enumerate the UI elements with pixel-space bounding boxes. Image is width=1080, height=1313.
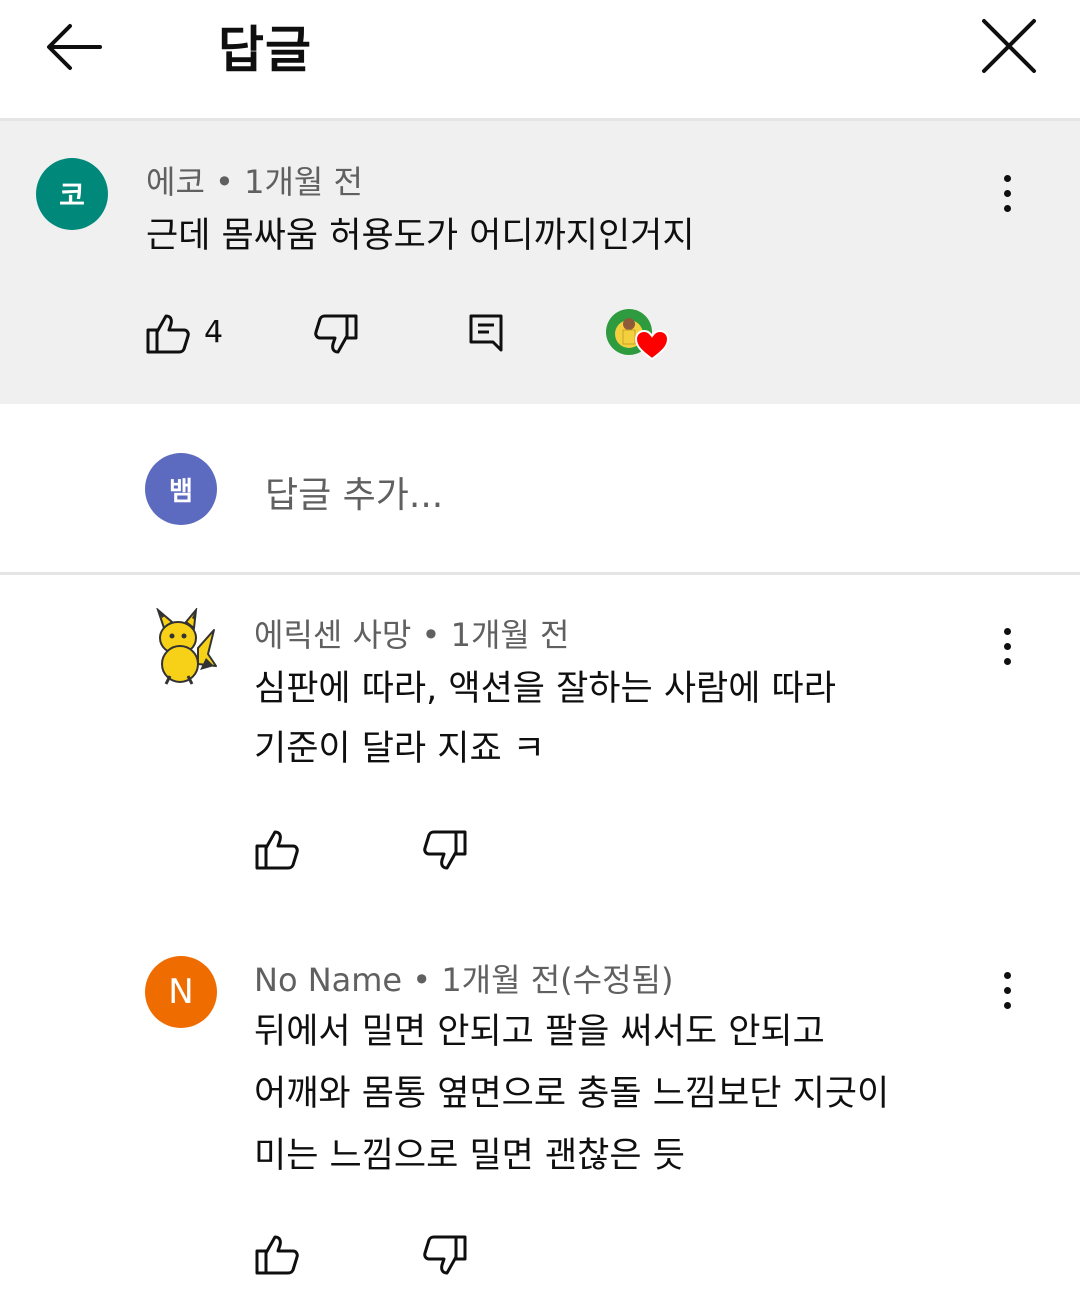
creator-heart-badge (605, 308, 669, 364)
more-menu-button[interactable] (992, 622, 1022, 672)
like-button[interactable] (253, 826, 301, 874)
top-bar: 답글 (0, 0, 1080, 118)
comment-text: 근데 몸싸움 허용도가 어디까지인거지 (146, 216, 695, 256)
close-icon (982, 19, 1036, 73)
comment-text-line: 뒤에서 밀면 안되고 팔을 써서도 안되고 (254, 1012, 825, 1052)
dislike-button[interactable] (421, 1231, 469, 1279)
page-title: 답글 (218, 21, 312, 79)
thumb-up-icon (255, 1235, 299, 1275)
more-menu-button[interactable] (992, 966, 1022, 1016)
back-button[interactable] (40, 14, 106, 80)
avatar-letter: 뱀 (169, 476, 193, 507)
arrow-left-icon (47, 24, 102, 70)
reply-input-divider (0, 572, 1080, 575)
avatar[interactable]: 뱀 (145, 453, 217, 525)
like-button[interactable] (253, 1231, 301, 1279)
comment-meta: No Name • 1개월 전(수정됨) (254, 961, 674, 999)
comment-text-line: 기준이 달라 지죠 ㅋ (254, 729, 545, 769)
more-vert-icon (1004, 628, 1011, 635)
comment-text-line: 심판에 따라, 액션을 잘하는 사람에 따라 (254, 669, 836, 709)
comment-icon (469, 314, 503, 352)
pikachu-avatar-icon (155, 606, 217, 685)
like-count: 4 (204, 315, 224, 350)
thumb-down-icon (423, 1235, 467, 1275)
parent-comment: 코 에코 • 1개월 전 근데 몸싸움 허용도가 어디까지인거지 4 (0, 121, 1080, 404)
more-vert-icon (1004, 972, 1011, 979)
avatar-letter: 코 (59, 179, 85, 212)
dislike-button[interactable] (421, 826, 469, 874)
comment-text-line: 미는 느낌으로 밀면 괜찮은 듯 (254, 1136, 685, 1176)
comment-meta: 에코 • 1개월 전 (146, 163, 363, 201)
like-button[interactable] (144, 310, 192, 358)
reply-input-row[interactable]: 뱀 답글 추가... (0, 404, 1080, 572)
comment-text-line: 어깨와 몸통 옆면으로 충돌 느낌보단 지긋이 (254, 1074, 890, 1114)
avatar-letter: N (168, 972, 194, 1012)
reply-button[interactable] (465, 310, 513, 358)
heart-icon (635, 330, 669, 360)
avatar[interactable]: 코 (36, 158, 108, 230)
dislike-button[interactable] (312, 310, 360, 358)
thumb-up-icon (146, 314, 190, 354)
thumb-down-icon (314, 314, 358, 354)
more-vert-icon (1004, 175, 1011, 182)
close-button[interactable] (975, 14, 1041, 80)
comment-meta: 에릭센 사망 • 1개월 전 (254, 616, 570, 654)
thumb-down-icon (423, 830, 467, 870)
avatar[interactable]: N (145, 956, 217, 1028)
reply-input[interactable]: 답글 추가... (265, 466, 443, 518)
thumb-up-icon (255, 830, 299, 870)
avatar[interactable] (148, 606, 220, 686)
more-menu-button[interactable] (992, 169, 1022, 219)
